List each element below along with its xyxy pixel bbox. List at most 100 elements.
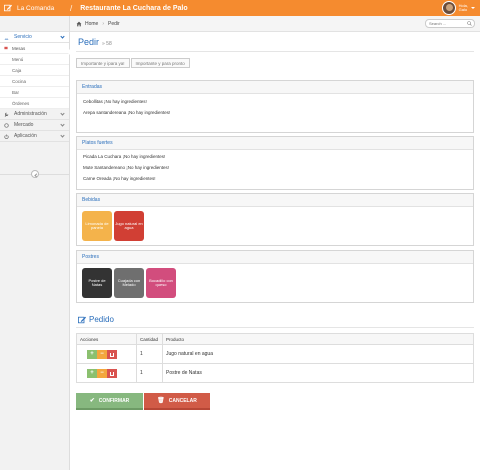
sidebar-item-administracion[interactable]: Administración [0, 109, 69, 120]
trash-icon: 🗑 [157, 398, 165, 404]
table-row: + − 1 Postre de Natas [76, 363, 474, 383]
list-item[interactable]: Carne Oreada ¡No hay ingredientes! [77, 173, 473, 184]
tab-importante-ya[interactable]: Importante y ipara ya! [76, 58, 130, 68]
sidebar-item-aplicacion[interactable]: Aplicación [0, 131, 69, 142]
sidebar-subitem-cocina[interactable]: Cocina [0, 76, 69, 87]
edit-icon [78, 316, 86, 323]
order-table: Acciones Cantidad Producto + − 1 Jugo nat… [76, 333, 474, 383]
caret-down-icon [471, 7, 475, 9]
pedido-title: Pedido [89, 315, 114, 324]
decrease-button[interactable]: − [97, 368, 107, 378]
panel-postres: Postres Postre de Natas Cuajada con Mela… [76, 250, 474, 303]
cancel-label: CANCELAR [168, 397, 197, 404]
restaurant-name: Restaurante La Cuchara de Palo [80, 4, 188, 12]
sidebar-subitem-label: Mesas [12, 45, 26, 51]
row-actions: + − [76, 344, 137, 364]
pedido-divider [76, 327, 474, 328]
product-tile-bocadillo[interactable]: Bocadillo con queso [146, 268, 176, 298]
sidebar-item-label: Servicio [14, 34, 32, 40]
sidebar-shortcuts [0, 16, 69, 32]
tab-importante-pronto[interactable]: Importante y para pronto [130, 58, 190, 68]
cancel-button[interactable]: 🗑 CANCELAR [144, 393, 210, 410]
sidebar-subitem-label: Cocina [12, 78, 27, 84]
nav-separator: / [70, 3, 73, 13]
sidebar-subitem-caja[interactable]: Caja [0, 65, 69, 76]
active-pointer [67, 48, 71, 56]
user-info: Hola, Galo [458, 3, 468, 13]
confirm-label: CONFIRMAR [98, 397, 130, 404]
sidebar-collapse-button[interactable] [31, 170, 39, 178]
sidebar: Servicio Mesas Menú Caja Cocina Bar Órde… [0, 16, 71, 470]
panel-bebidas: Bebidas Limonada de panela Jugo natural … [76, 193, 474, 246]
sidebar-item-mercado[interactable]: Mercado [0, 120, 69, 131]
list-item[interactable]: Picada La Cuchara ¡No hay ingredientes! [77, 151, 473, 162]
power-icon [4, 134, 9, 139]
breadcrumb-separator: › [102, 20, 105, 27]
panel-platos-fuertes: Platos fuertes Picada La Cuchara ¡No hay… [76, 136, 474, 190]
brand[interactable]: La Comanda [0, 0, 70, 16]
product-tile-jugo[interactable]: Jugo natural en agua [114, 211, 144, 241]
chevron-down-icon [60, 133, 65, 138]
table-header-row: Acciones Cantidad Producto [76, 333, 474, 345]
home-icon [76, 21, 82, 26]
product-tile-cuajada[interactable]: Cuajada con Melado [114, 268, 144, 298]
tab-bar: Importante y ipara ya! Importante y para… [76, 58, 191, 68]
search-icon [467, 21, 472, 26]
column-header: Cantidad [136, 333, 163, 345]
avatar [441, 1, 456, 15]
pencil-square-icon [4, 4, 12, 12]
sidebar-subitem-label: Menú [12, 56, 24, 62]
list-item[interactable]: Mute Santandereano ¡No hay ingredientes! [77, 162, 473, 173]
sidebar-subitem-menu[interactable]: Menú [0, 54, 69, 65]
panel-title: Platos fuertes [77, 137, 473, 150]
pedido-heading: Pedido [78, 315, 114, 324]
dashboard-icon [4, 36, 9, 39]
row-quantity: 1 [136, 344, 163, 364]
brand-name: La Comanda [17, 4, 55, 12]
restaurant-icon [4, 46, 8, 50]
panel-title: Entradas [77, 81, 473, 94]
row-product: Jugo natural en agua [162, 344, 474, 364]
sidebar-item-label: Aplicación [14, 133, 37, 139]
chevron-down-icon [60, 122, 65, 127]
breadcrumb-current: Pedir [108, 20, 120, 27]
list-item[interactable]: Cebollitas ¡No hay ingredientes! [77, 96, 473, 107]
sidebar-item-label: Administración [14, 111, 47, 117]
page-title: Pedir» 58 [78, 37, 112, 47]
confirm-button[interactable]: ✔ CONFIRMAR [76, 393, 143, 410]
user-name: Galo [458, 7, 468, 12]
column-header: Producto [162, 333, 474, 345]
decrease-button[interactable]: − [97, 349, 107, 359]
page-title-text: Pedir [78, 37, 100, 47]
sidebar-item-servicio[interactable]: Servicio [0, 32, 69, 43]
table-row: + − 1 Jugo natural en agua [76, 344, 474, 364]
delete-button[interactable] [107, 349, 117, 359]
list-item[interactable]: Arepa santandereana ¡No hay ingredientes… [77, 107, 473, 118]
breadcrumb: Home › Pedir [70, 16, 480, 32]
panel-entradas: Entradas Cebollitas ¡No hay ingredientes… [76, 80, 474, 133]
column-header: Acciones [76, 333, 137, 345]
sidebar-subitem-label: Caja [12, 67, 22, 73]
trash-icon [110, 371, 114, 376]
sidebar-subitem-ordenes[interactable]: Órdenes [0, 98, 69, 109]
product-tile-limonada[interactable]: Limonada de panela [82, 211, 112, 241]
circle-icon [4, 122, 9, 128]
delete-button[interactable] [107, 368, 117, 378]
increase-button[interactable]: + [87, 349, 97, 359]
user-menu[interactable]: Hola, Galo [441, 1, 475, 15]
panel-title: Bebidas [77, 194, 473, 207]
check-icon: ✔ [89, 398, 95, 404]
breadcrumb-home[interactable]: Home [85, 21, 98, 27]
panel-title: Postres [77, 251, 473, 264]
sidebar-subitem-mesas[interactable]: Mesas [0, 43, 69, 54]
sidebar-subitem-label: Bar [12, 89, 20, 95]
row-actions: + − [76, 363, 137, 383]
top-navbar: La Comanda / Restaurante La Cuchara de P… [0, 0, 480, 16]
wrench-icon [4, 112, 9, 117]
increase-button[interactable]: + [87, 368, 97, 378]
row-quantity: 1 [136, 363, 163, 383]
product-tile-postre-natas[interactable]: Postre de Natas [82, 268, 112, 298]
page-subtitle: » 58 [102, 41, 112, 47]
sidebar-subitem-bar[interactable]: Bar [0, 87, 69, 98]
row-product: Postre de Natas [162, 363, 474, 383]
